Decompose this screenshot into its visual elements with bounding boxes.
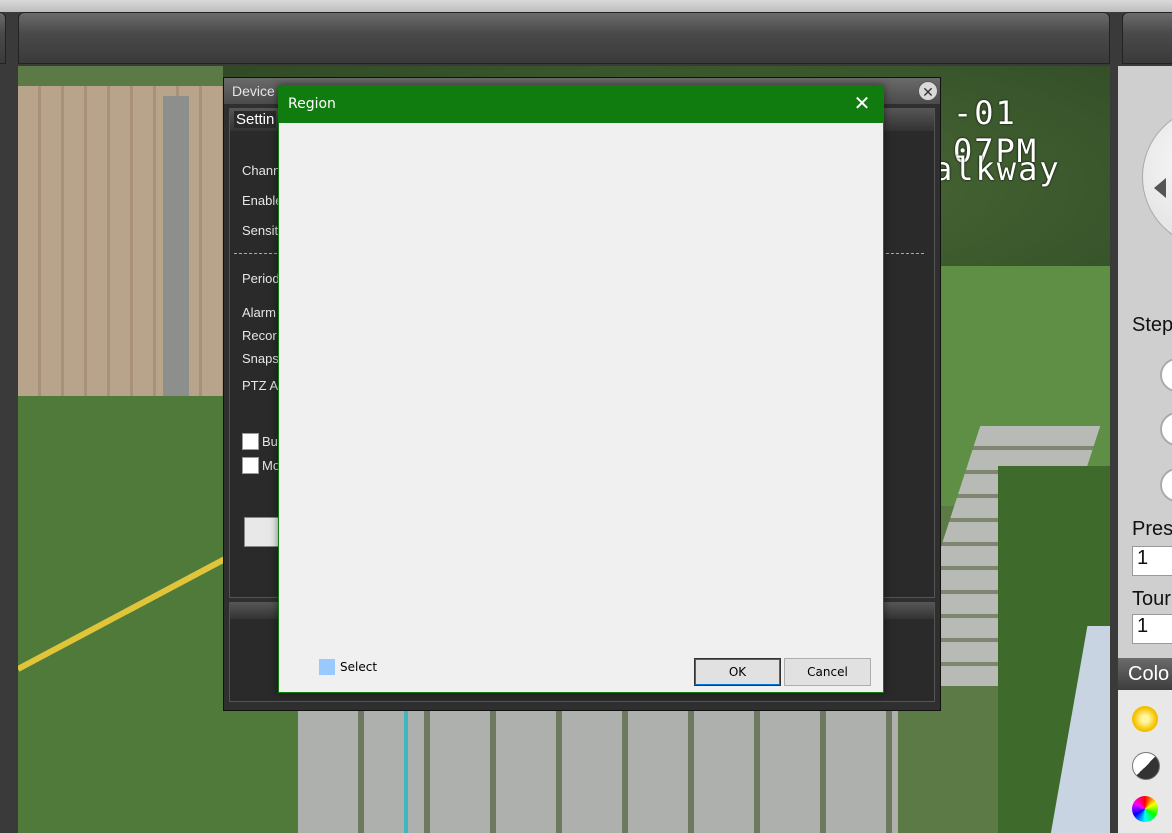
close-icon[interactable]: ✕ <box>918 81 938 101</box>
tour-label: Tour <box>1132 588 1171 610</box>
osd-channel-name: alkway <box>933 150 1061 188</box>
buzzer-checkbox[interactable] <box>242 433 259 450</box>
color-section-header: Colo <box>1118 658 1172 690</box>
color-wheel-icon[interactable] <box>1132 796 1158 822</box>
contrast-icon[interactable] <box>1132 752 1160 780</box>
period-label: Period <box>242 271 280 286</box>
top-bar <box>0 0 1172 12</box>
tour-input[interactable]: 1 <box>1132 614 1172 644</box>
enable-label: Enable <box>242 193 283 208</box>
select-legend-label: Select <box>340 660 378 674</box>
ok-button[interactable]: OK <box>694 658 781 686</box>
region-title: Region <box>288 96 336 112</box>
ptz-left-arrow-icon[interactable] <box>1154 178 1166 198</box>
right-panel-header <box>1122 12 1172 64</box>
record-label: Recor <box>242 328 277 343</box>
select-swatch <box>319 659 335 675</box>
left-panel-header <box>0 12 6 64</box>
cancel-button[interactable]: Cancel <box>784 658 871 686</box>
ptz-panel: Step Pres 1 Tour 1 Colo <box>1118 66 1172 833</box>
iris-button[interactable] <box>1160 468 1172 502</box>
ptz-activation-label: PTZ A <box>242 378 279 393</box>
channel-label: Chann <box>242 163 281 178</box>
buzzer-label: Bu <box>262 434 278 449</box>
settings-tab[interactable]: Settin <box>234 111 277 128</box>
ptz-direction-wheel[interactable] <box>1142 106 1172 248</box>
brightness-icon[interactable] <box>1132 706 1158 732</box>
close-icon[interactable]: ✕ <box>847 90 877 118</box>
mobile-checkbox[interactable] <box>242 457 259 474</box>
camera-fence-post <box>163 96 189 396</box>
main-panel-header <box>18 12 1110 64</box>
region-dialog[interactable]: Region ✕ Select OK Cancel <box>278 85 884 693</box>
step-label: Step <box>1132 314 1172 336</box>
camera-blue-hose <box>404 706 408 833</box>
snapshot-label: Snaps <box>242 351 279 366</box>
focus-button[interactable] <box>1160 412 1172 446</box>
preset-input[interactable]: 1 <box>1132 546 1172 576</box>
camera-stone-path <box>298 706 898 833</box>
sensitivity-label: Sensit <box>242 223 279 238</box>
zoom-button[interactable] <box>1160 358 1172 392</box>
region-titlebar[interactable]: Region ✕ <box>279 86 883 123</box>
preset-label: Pres <box>1132 518 1172 540</box>
alarm-label: Alarm <box>242 305 276 320</box>
